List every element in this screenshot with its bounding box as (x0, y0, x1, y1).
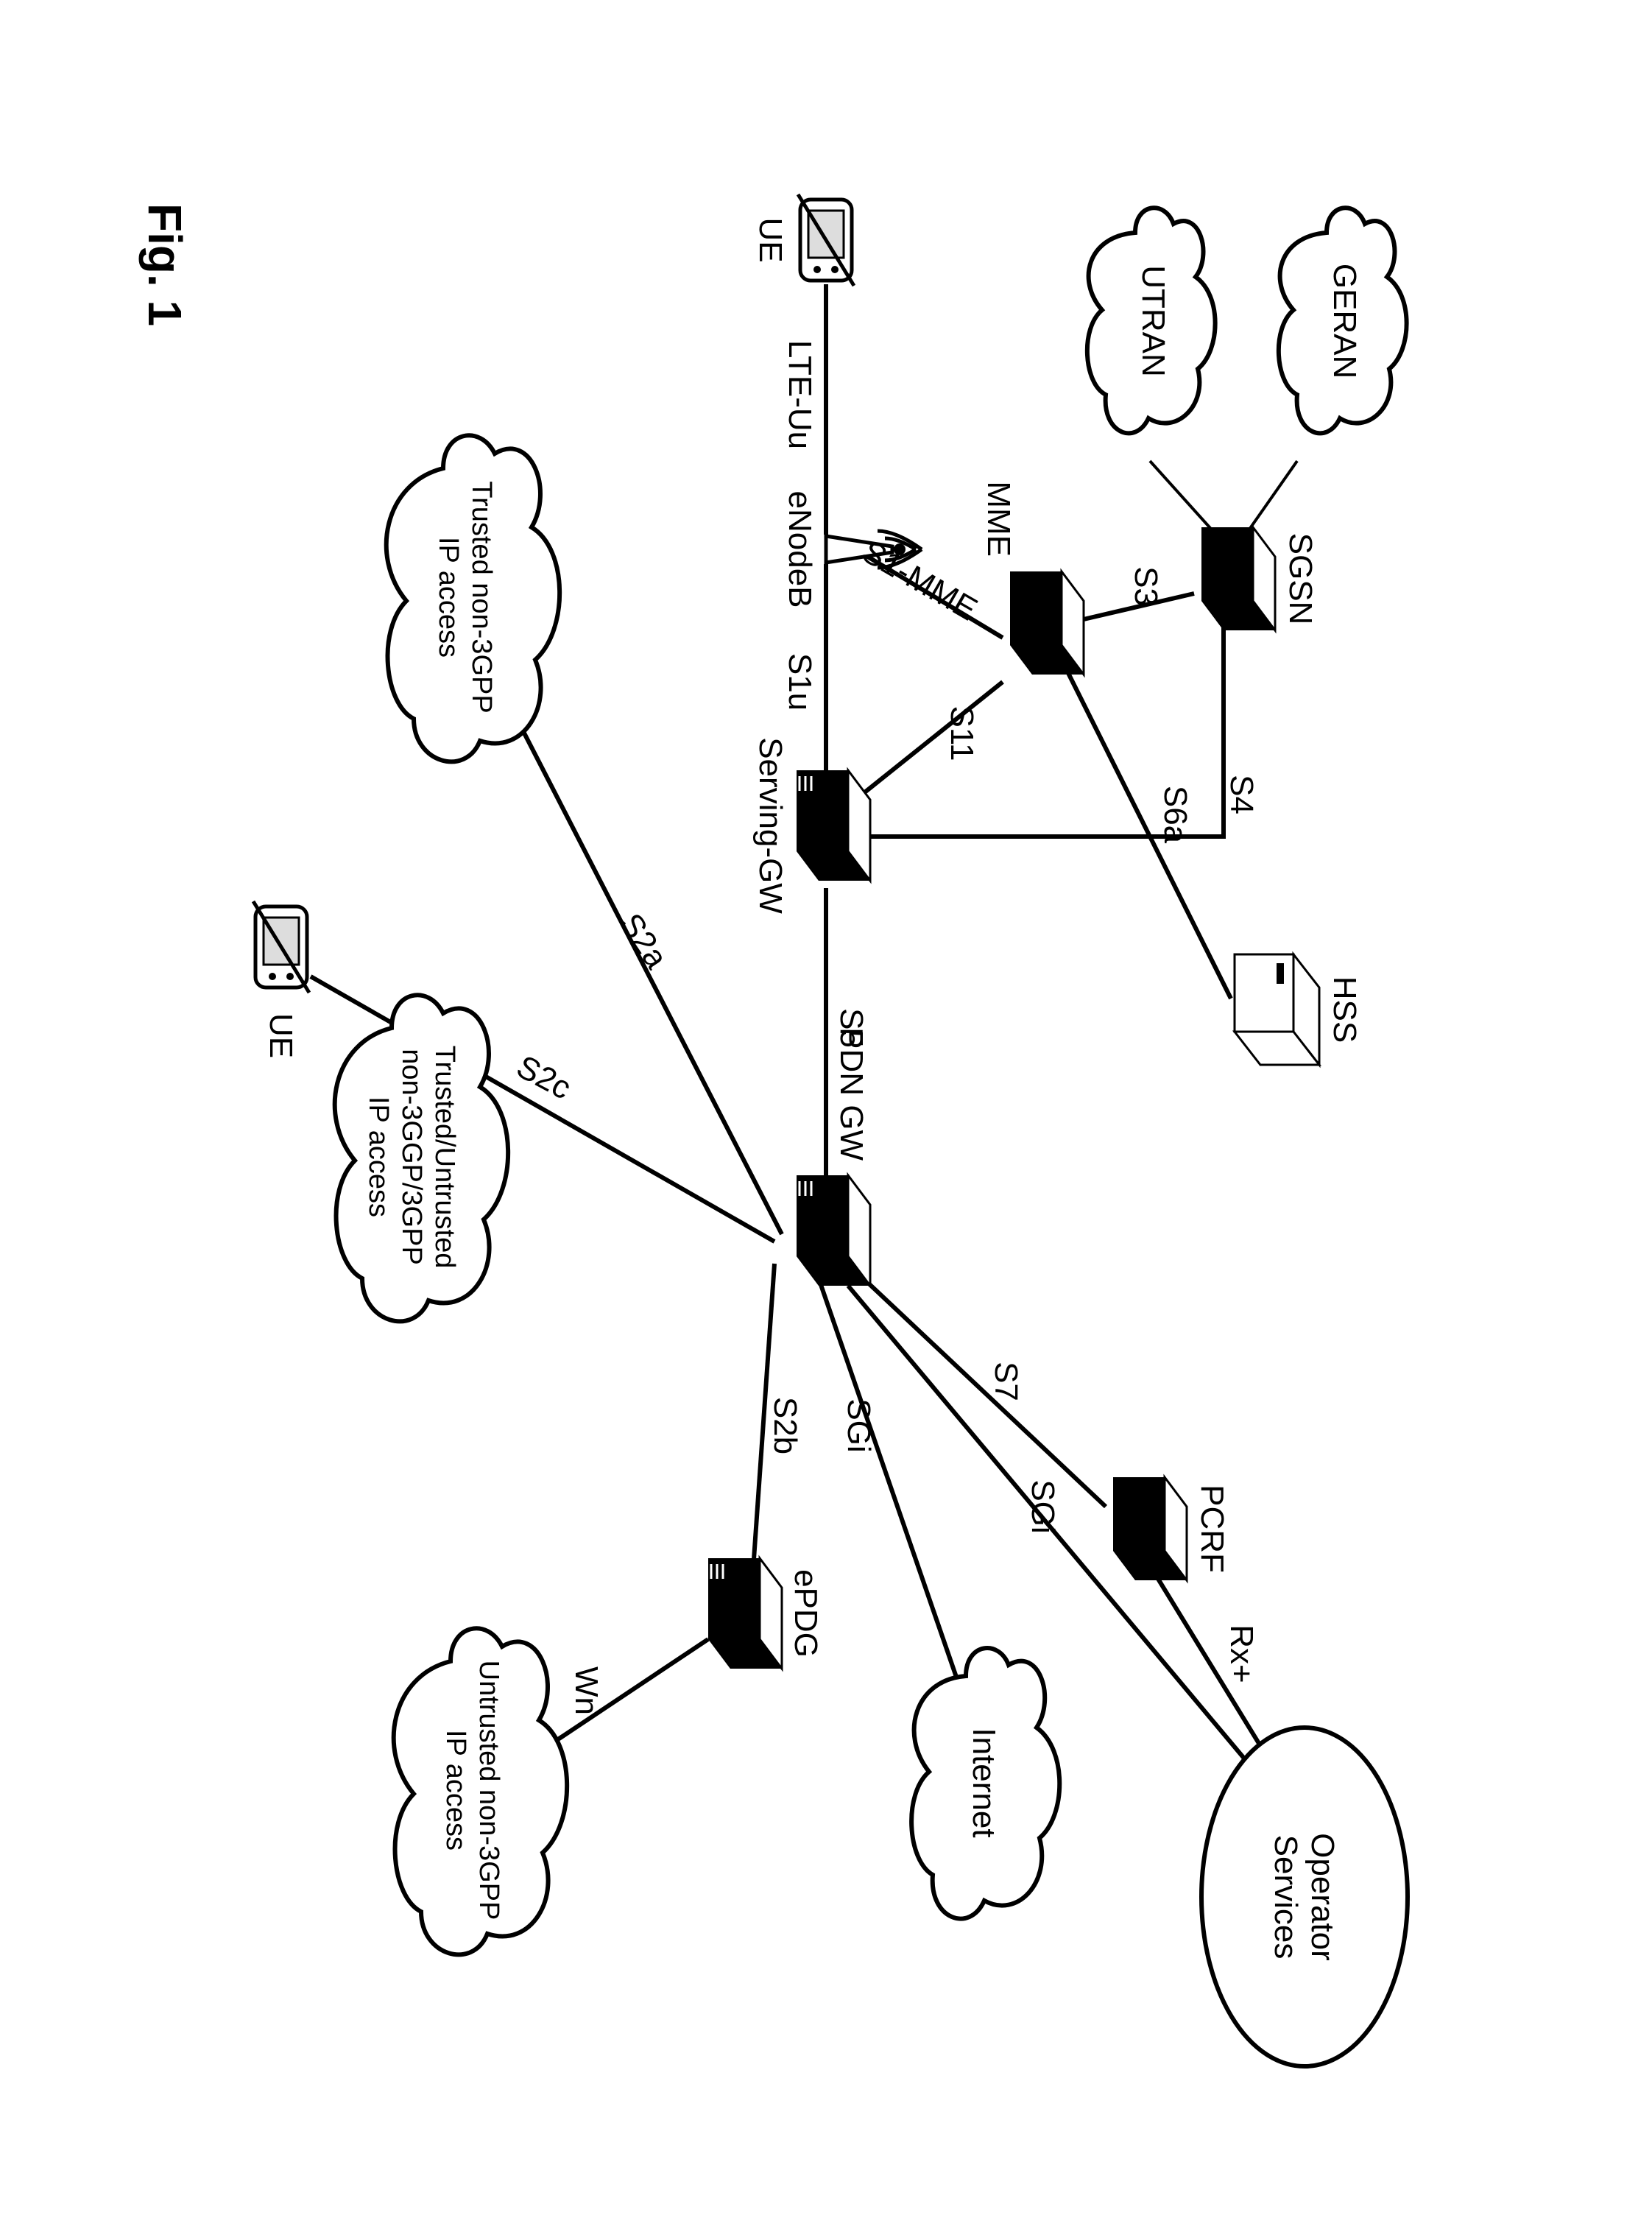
node-mme: MME (981, 481, 1084, 675)
node-sgsn: SGSN (1201, 527, 1319, 630)
untrusted-l2: IP access (440, 1730, 471, 1851)
network-architecture-diagram: GERAN UTRAN Operator Services Internet T… (90, 78, 1562, 2140)
s11-label: S11 (944, 705, 980, 761)
opsvc-label-2: Services (1268, 1835, 1304, 1960)
untrusted-l1: Untrusted non-3GPP (473, 1661, 504, 1920)
internet-label: Internet (966, 1728, 1002, 1837)
mixed-l3: IP access (363, 1096, 394, 1217)
s5-label: S5 (833, 1008, 869, 1048)
sgw-label: Serving-GW (752, 737, 788, 914)
node-epdg: ePDG (708, 1558, 824, 1669)
opsvc-label-1: Operator (1305, 1833, 1341, 1961)
enodeb-label: eNodeB (782, 490, 818, 608)
figure-label: Fig. 1 (138, 203, 191, 326)
rxplus-label: Rx+ (1224, 1624, 1260, 1683)
s2b-label: S2b (767, 1397, 803, 1454)
cloud-mixed-non3gpp: Trusted/Untrusted non-3GGP/3GPP IP acces… (335, 995, 508, 1321)
cloud-untrusted-non3gpp: Untrusted non-3GPP IP access (394, 1628, 567, 1954)
sgsn-label: SGSN (1282, 533, 1319, 625)
cloud-trusted-non3gpp: Trusted non-3GPP IP access (386, 435, 560, 761)
node-hss: HSS (1235, 954, 1363, 1065)
s4-label: S4 (1224, 775, 1260, 814)
s2a-label: S2a (613, 907, 675, 976)
cloud-utran: UTRAN (1087, 208, 1215, 433)
node-pdngw: PDN GW (797, 1027, 870, 1286)
ellipse-operator-services: Operator Services (1201, 1728, 1408, 2066)
s1u-label: S1u (782, 653, 818, 711)
wn-label: Wn (568, 1666, 604, 1715)
s6a-label: S6a (1157, 786, 1193, 844)
geran-label: GERAN (1327, 264, 1363, 379)
cloud-geran: GERAN (1279, 208, 1407, 433)
node-sgw: Serving-GW (752, 737, 870, 914)
lte-uu-label: LTE-Uu (782, 340, 818, 449)
ue2-label: UE (263, 1013, 299, 1058)
mixed-l1: Trusted/Untrusted (429, 1046, 460, 1269)
utran-label: UTRAN (1135, 265, 1171, 377)
ue1-label: UE (752, 217, 788, 262)
hss-label: HSS (1327, 976, 1363, 1043)
node-pcrf: PCRF (1113, 1477, 1230, 1580)
sgi2-label: SGi (841, 1398, 877, 1452)
cloud-internet: Internet (911, 1648, 1059, 1918)
node-ue1: UE (752, 194, 854, 286)
sgi1-label: SGi (1025, 1479, 1061, 1533)
node-ue2: UE (253, 901, 309, 1058)
mixed-l2: non-3GGP/3GPP (396, 1049, 427, 1265)
trusted-l1: Trusted non-3GPP (466, 481, 497, 713)
mme-label: MME (981, 481, 1017, 557)
trusted-l2: IP access (433, 537, 464, 658)
epdg-label: ePDG (788, 1569, 824, 1658)
pcrf-label: PCRF (1194, 1485, 1230, 1573)
s3-label: S3 (1128, 566, 1164, 606)
s7-label: S7 (988, 1362, 1024, 1401)
